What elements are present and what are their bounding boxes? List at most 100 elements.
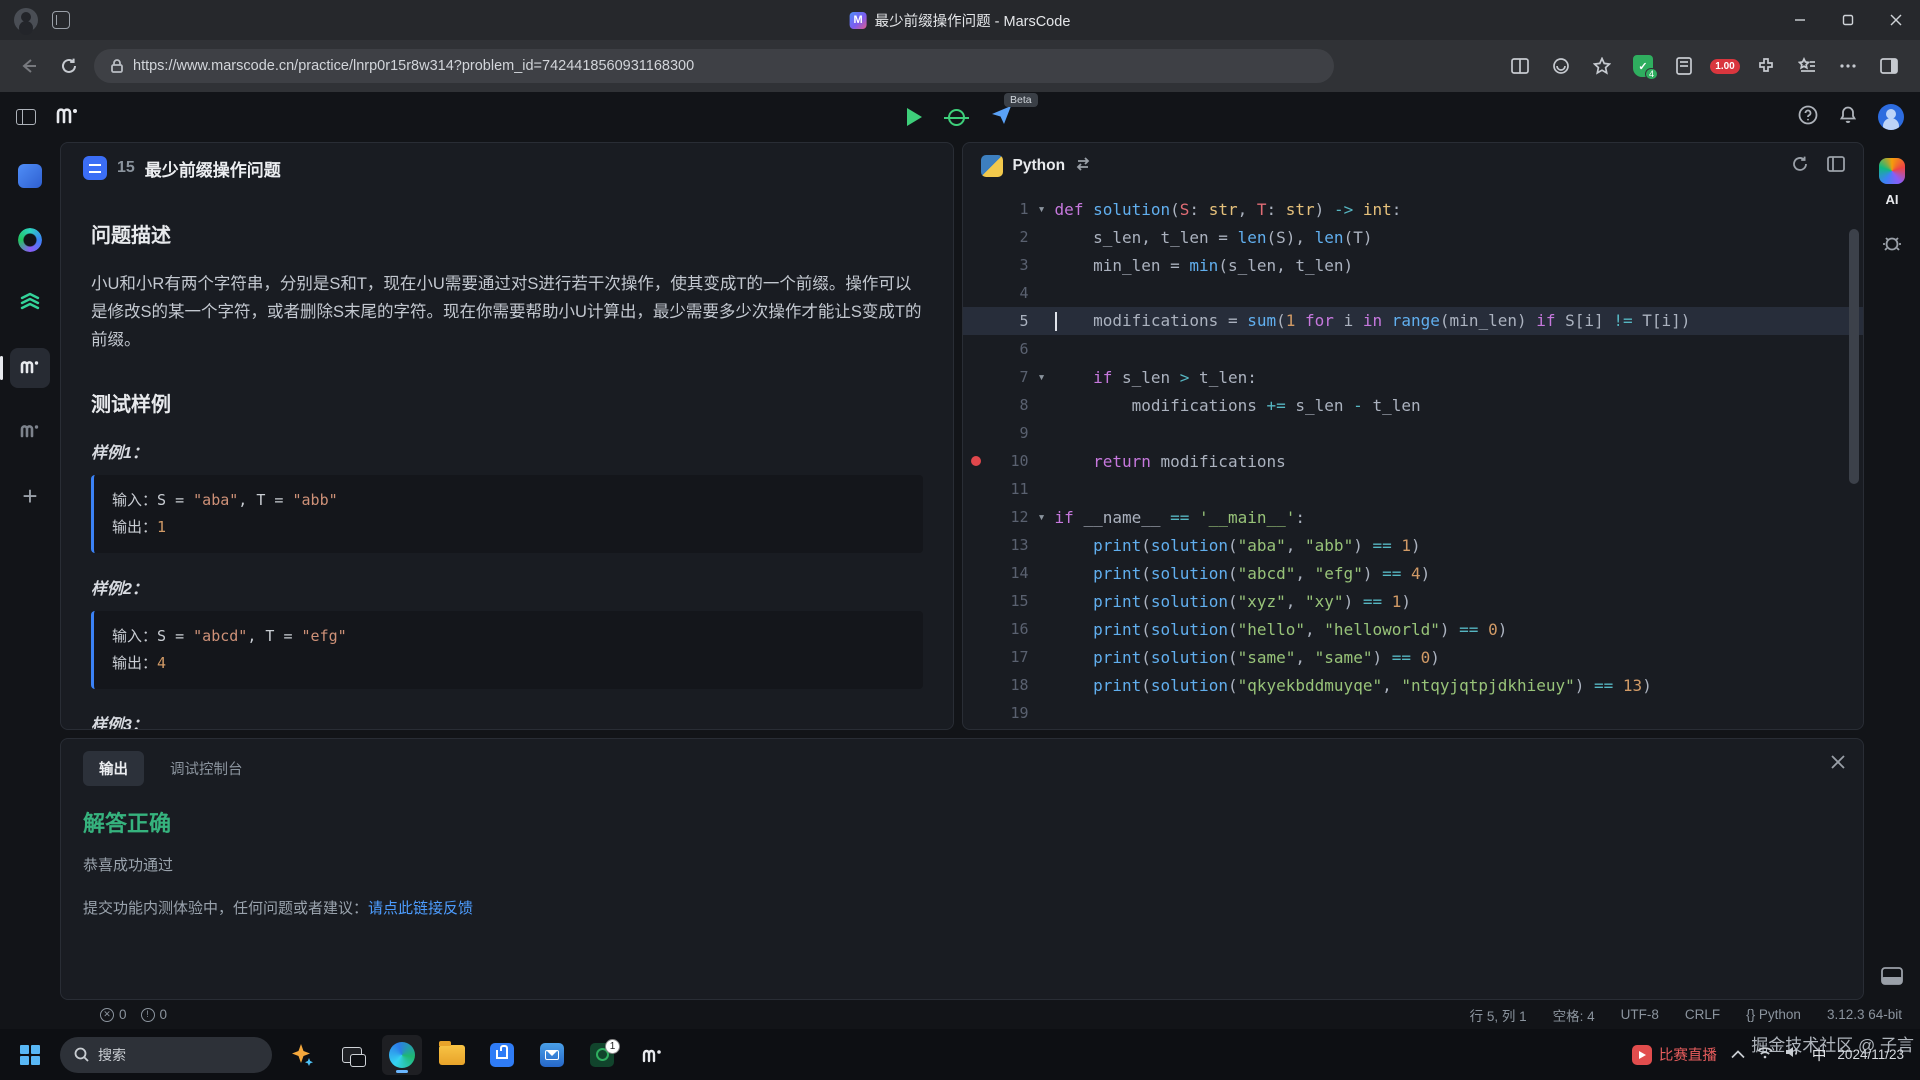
code-line[interactable]: 15 print(solution("xyz", "xy") == 1) (963, 587, 1863, 615)
feedback-link[interactable]: 请点此链接反馈 (368, 900, 473, 917)
file-explorer-button[interactable] (432, 1035, 472, 1075)
code-line[interactable]: 17 print(solution("same", "same") == 0) (963, 643, 1863, 671)
code-line[interactable]: 14 print(solution("abcd", "efg") == 4) (963, 559, 1863, 587)
status-item[interactable]: UTF-8 (1621, 1007, 1659, 1022)
sidebar-layout-toggle-icon[interactable] (16, 109, 36, 125)
status-item[interactable]: 行 5, 列 1 (1470, 1005, 1527, 1025)
close-output-icon[interactable] (1831, 755, 1845, 774)
editor-scrollbar[interactable] (1849, 229, 1859, 484)
browser-profile-icon[interactable] (14, 8, 38, 32)
code-line[interactable]: 4 (963, 279, 1863, 307)
run-button[interactable] (907, 108, 922, 126)
sidebar-item-add[interactable]: + (10, 476, 50, 516)
taskbar-search[interactable]: 搜索 (60, 1036, 272, 1073)
marscode-app-button[interactable] (632, 1035, 672, 1075)
code-line[interactable]: 7 ▾ if s_len > t_len: (963, 363, 1863, 391)
fold-arrow-icon[interactable]: ▾ (1029, 510, 1055, 525)
web-capture-icon[interactable] (1544, 51, 1578, 81)
status-item[interactable]: 空格: 4 (1553, 1005, 1595, 1025)
output-tab-1[interactable]: 调试控制台 (154, 751, 259, 786)
mail-button[interactable] (532, 1035, 572, 1075)
status-item[interactable]: CRLF (1685, 1007, 1720, 1022)
split-screen-icon[interactable] (1503, 51, 1537, 81)
line-number: 11 (1010, 480, 1029, 498)
code-line[interactable]: 10 return modifications (963, 447, 1863, 475)
more-menu-icon[interactable] (1831, 51, 1865, 81)
tab-groups-icon[interactable] (52, 11, 70, 29)
submit-button[interactable]: Beta (991, 92, 1038, 130)
errors-indicator[interactable]: ✕ 0 (100, 1007, 127, 1022)
code-line[interactable]: 9 (963, 419, 1863, 447)
output-tab-0[interactable]: 输出 (83, 751, 144, 786)
sparkles-icon (292, 1043, 313, 1066)
adblock-shield-icon[interactable]: ✓ 4 (1626, 51, 1660, 81)
favorite-star-icon[interactable] (1585, 51, 1619, 81)
code-line[interactable]: 1 ▾ def solution(S: str, T: str) -> int: (963, 195, 1863, 223)
editor-body[interactable]: 1 ▾ def solution(S: str, T: str) -> int: 2 … (962, 189, 1863, 729)
store-button[interactable] (482, 1035, 522, 1075)
sidebar-item-community[interactable] (10, 220, 50, 260)
task-view-button[interactable] (332, 1035, 372, 1075)
rewards-icon[interactable]: 1.00 (1708, 51, 1742, 81)
fold-arrow-icon[interactable]: ▾ (1029, 370, 1055, 385)
toggle-bottom-panel-icon[interactable] (1881, 967, 1903, 990)
sidebar-item-practice-active[interactable] (0, 348, 50, 388)
issue-report-icon[interactable] (1882, 233, 1902, 258)
back-icon[interactable] (14, 51, 44, 81)
code-line[interactable]: 3 min_len = min(s_len, t_len) (963, 251, 1863, 279)
code-line[interactable]: 11 (963, 475, 1863, 503)
code-line[interactable]: 19 (963, 699, 1863, 727)
samples-heading: 测试样例 (91, 394, 171, 416)
sidebar-toggle-icon[interactable] (1872, 51, 1906, 81)
favorites-bar-icon[interactable] (1790, 51, 1824, 81)
fold-arrow-icon[interactable]: ▾ (1029, 202, 1055, 217)
live-label: 比赛直播 (1658, 1048, 1717, 1064)
line-number: 13 (1010, 536, 1029, 554)
sidebar-item-explorer[interactable] (10, 156, 50, 196)
live-icon (1631, 1044, 1652, 1065)
reading-list-icon[interactable] (1667, 51, 1701, 81)
language-switch-icon[interactable] (1075, 156, 1091, 176)
code-line[interactable]: 2 s_len, t_len = len(S), len(T) (963, 223, 1863, 251)
marscode-taskbar-icon (642, 1049, 661, 1062)
line-number: 16 (1010, 620, 1029, 638)
code-line[interactable]: 5 modifications = sum(1 for i in range(m… (962, 307, 1863, 335)
maximize-button[interactable] (1824, 0, 1872, 40)
address-bar[interactable]: https://www.marscode.cn/practice/lnrp0r1… (94, 49, 1334, 83)
url-text[interactable]: https://www.marscode.cn/practice/lnrp0r1… (133, 58, 694, 74)
code-line[interactable]: 12 ▾ if __name__ == '__main__': (963, 503, 1863, 531)
code-line[interactable]: 8 modifications += s_len - t_len (963, 391, 1863, 419)
status-item[interactable]: {} Python (1746, 1007, 1801, 1022)
code-line[interactable]: 13 print(solution("aba", "abb") == 1) (963, 531, 1863, 559)
ai-assistant-icon[interactable] (1879, 158, 1905, 184)
debug-button[interactable] (944, 108, 969, 126)
user-avatar[interactable] (1878, 104, 1904, 130)
problem-body[interactable]: 问题描述 小U和小R有两个字符串，分别是S和T，现在小U需要通过对S进行若干次操… (61, 193, 953, 729)
close-button[interactable] (1872, 0, 1920, 40)
extensions-icon[interactable] (1749, 51, 1783, 81)
minimize-button[interactable] (1776, 0, 1824, 40)
start-button[interactable] (10, 1035, 50, 1075)
line-number: 6 (1019, 340, 1029, 358)
problem-title: 最少前缀操作问题 (144, 160, 281, 180)
code-line[interactable]: 18 print(solution("qkyekbddmuyqe", "ntqy… (963, 671, 1863, 699)
reset-code-icon[interactable] (1791, 155, 1809, 178)
messaging-app-button[interactable]: 1 (582, 1035, 622, 1075)
sample-label: 样例3： (91, 717, 148, 729)
help-icon[interactable] (1798, 105, 1818, 130)
live-broadcast-button[interactable]: 比赛直播 (1631, 1044, 1717, 1065)
code-text: print(solution("same", "same") == 0) (1093, 647, 1440, 667)
edge-button[interactable] (382, 1034, 422, 1075)
breakpoint-dot[interactable] (963, 456, 989, 466)
warnings-indicator[interactable]: ! 0 (140, 1007, 167, 1022)
refresh-icon[interactable] (54, 51, 84, 81)
sidebar-item-projects[interactable] (10, 412, 50, 452)
code-line[interactable]: 6 (963, 335, 1863, 363)
tray-chevron-icon[interactable] (1731, 1046, 1745, 1064)
sidebar-item-levels[interactable] (10, 284, 50, 324)
status-item[interactable]: 3.12.3 64-bit (1827, 1007, 1902, 1022)
copilot-button[interactable] (282, 1035, 322, 1075)
format-code-icon[interactable] (1827, 155, 1845, 177)
code-line[interactable]: 16 print(solution("hello", "helloworld")… (963, 615, 1863, 643)
notifications-bell-icon[interactable] (1838, 105, 1858, 130)
